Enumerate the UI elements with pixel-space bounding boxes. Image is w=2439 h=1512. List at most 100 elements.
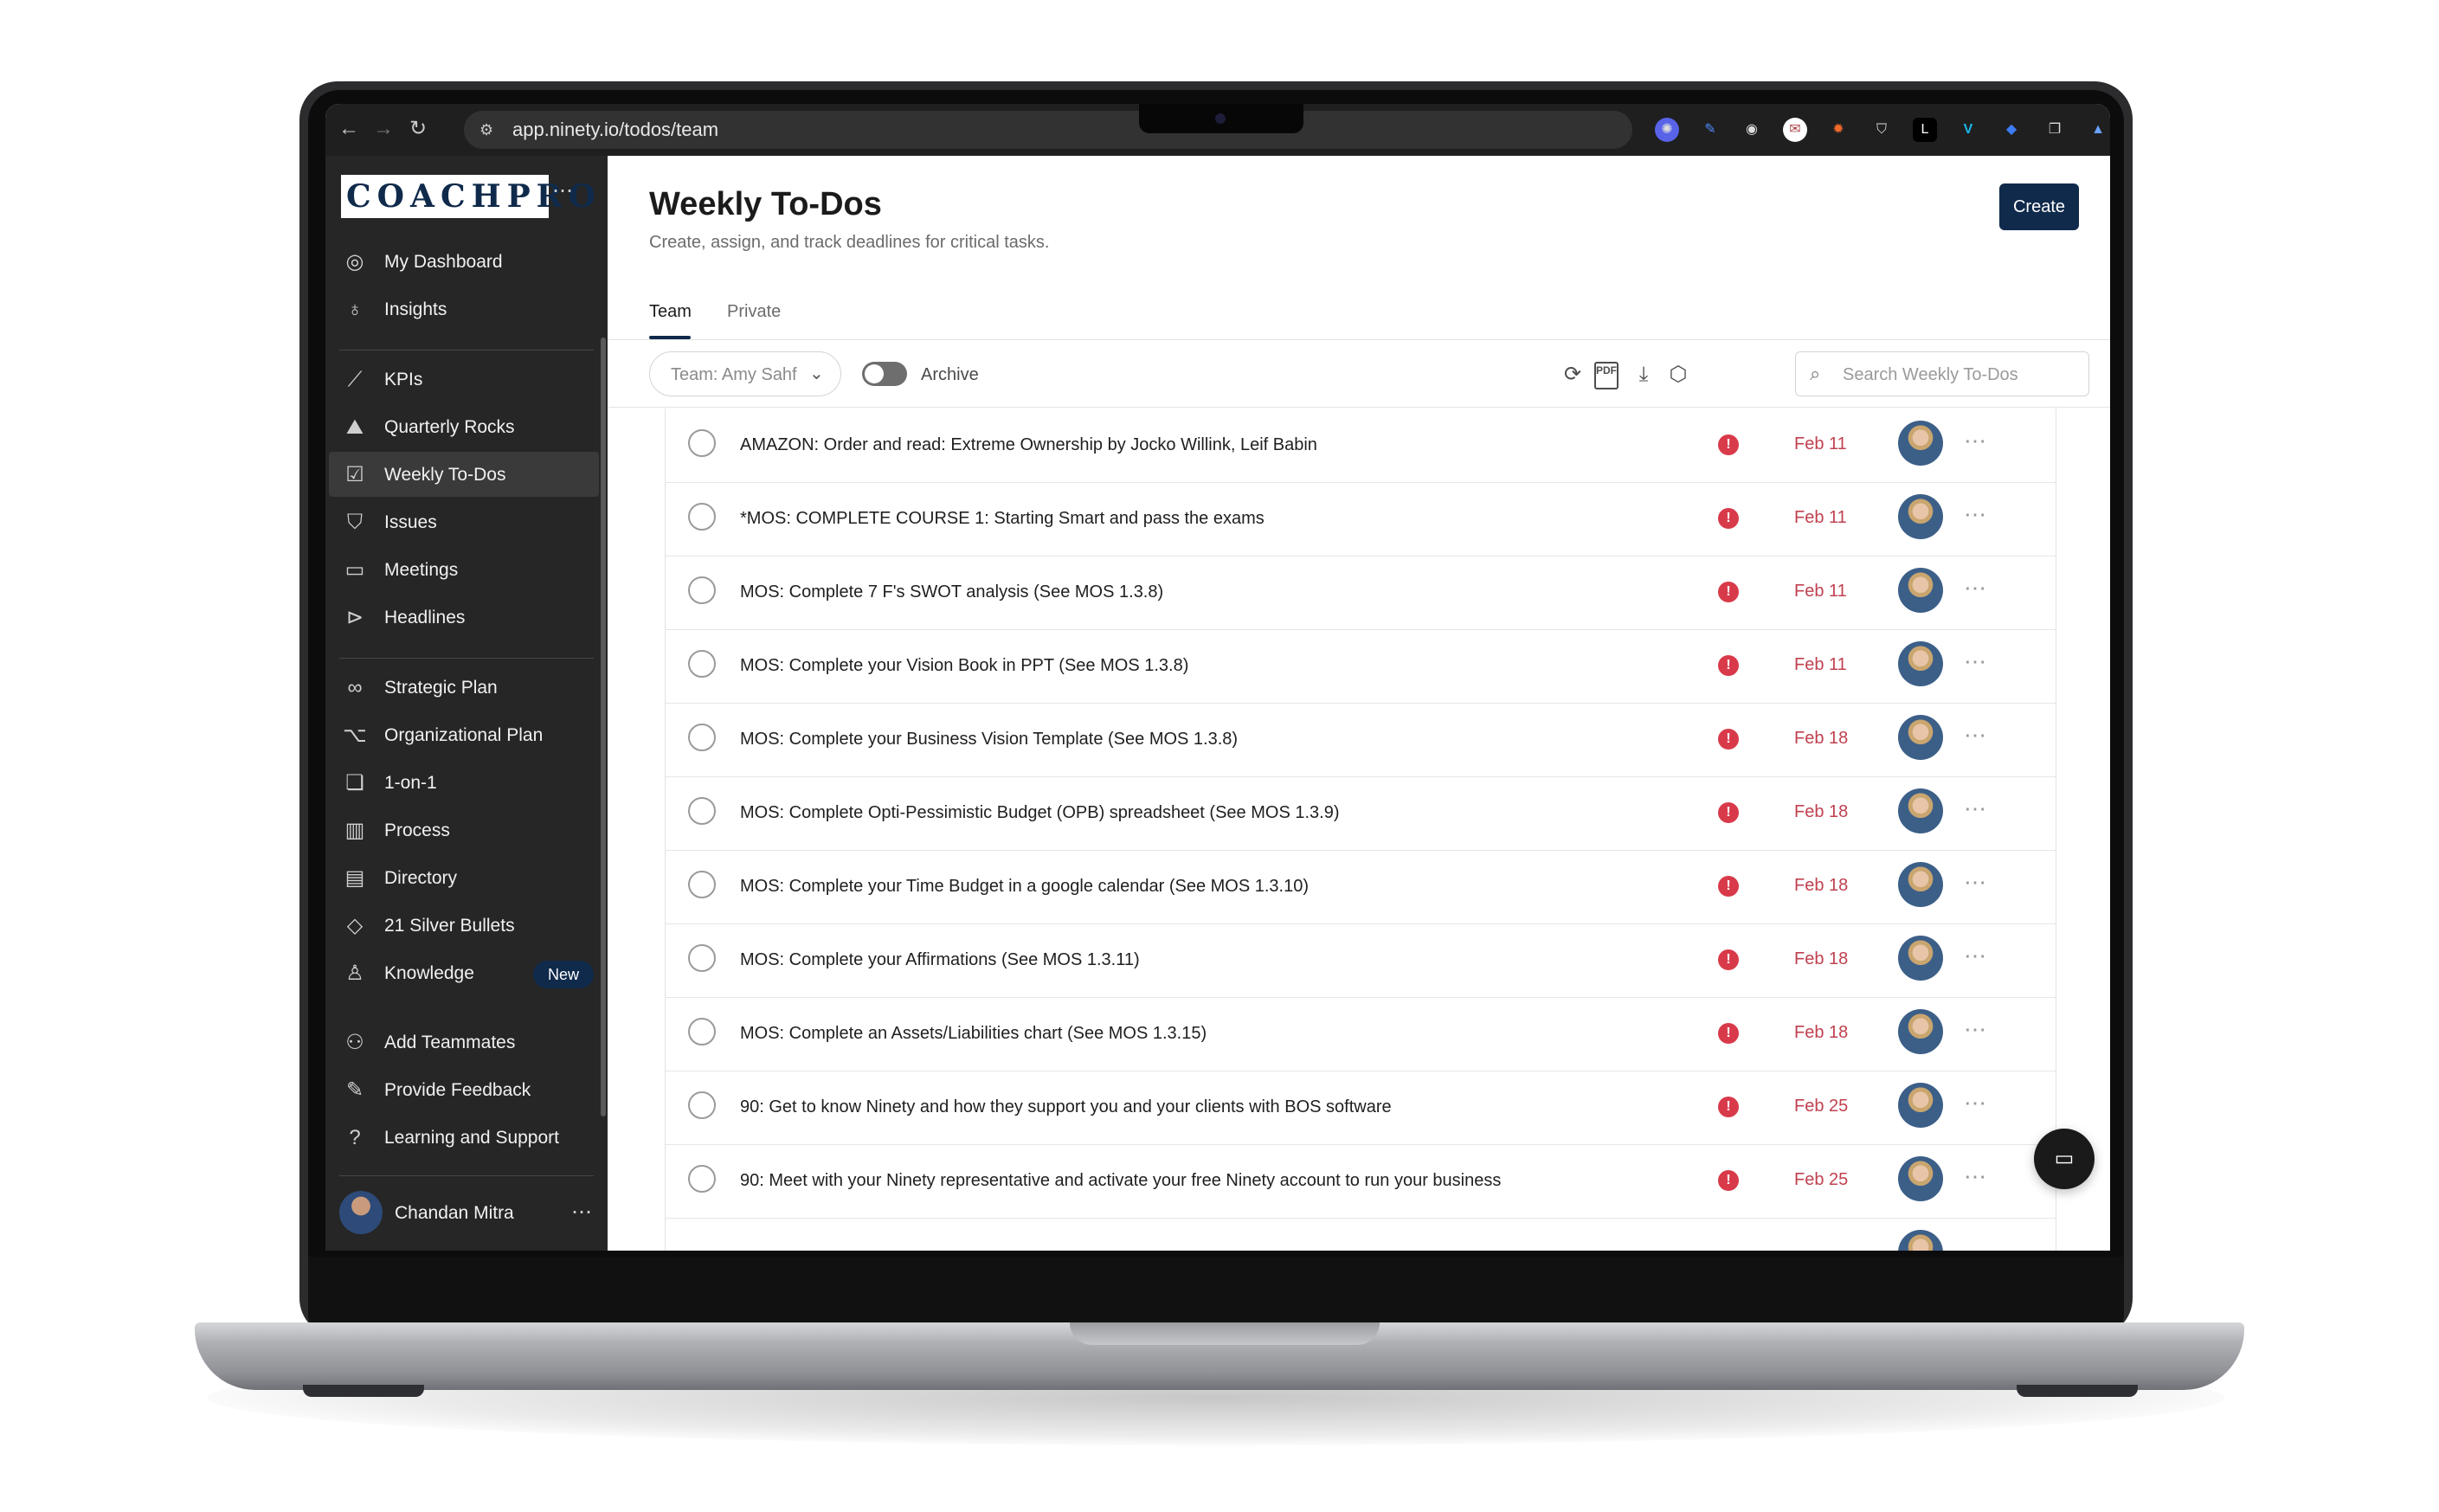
extension-camera-icon[interactable]: ◉: [1740, 118, 1764, 142]
due-date[interactable]: Feb 18: [1794, 949, 1848, 969]
forward-icon[interactable]: →: [370, 116, 396, 142]
todo-title[interactable]: MOS: Complete an Assets/Liabilities char…: [740, 1023, 1207, 1044]
table-row[interactable]: [666, 1218, 2056, 1251]
todo-title[interactable]: MOS: Complete your Business Vision Templ…: [740, 729, 1238, 750]
refresh-icon[interactable]: ⟳: [1558, 360, 1587, 389]
tab-team[interactable]: Team: [649, 301, 692, 322]
sidebar-item-1-on-1[interactable]: ❏ 1-on-1: [329, 760, 599, 805]
due-date[interactable]: Feb 18: [1794, 728, 1848, 749]
assignee-avatar[interactable]: [1898, 1009, 1943, 1054]
assignee-avatar[interactable]: [1898, 1083, 1943, 1128]
archive-toggle[interactable]: [862, 362, 907, 386]
sidebar-item-insights[interactable]: ♁ Insights: [329, 286, 599, 331]
todo-title[interactable]: MOS: Complete your Affirmations (See MOS…: [740, 949, 1140, 970]
table-row[interactable]: MOS: Complete your Business Vision Templ…: [666, 703, 2056, 777]
logo-more-icon[interactable]: ⋯: [552, 178, 573, 204]
todo-title[interactable]: MOS: Complete your Time Budget in a goog…: [740, 876, 1309, 897]
due-date[interactable]: Feb 25: [1794, 1096, 1848, 1116]
more-options-icon[interactable]: ⋯: [1964, 428, 1986, 454]
extension-arrow-icon[interactable]: ▲: [2086, 118, 2110, 142]
assignee-avatar[interactable]: [1898, 1156, 1943, 1201]
sidebar-item-issues[interactable]: ⛉ Issues: [329, 499, 599, 544]
more-options-icon[interactable]: ⋯: [1964, 575, 1986, 601]
more-options-icon[interactable]: ⋯: [1964, 869, 1986, 895]
table-row[interactable]: *MOS: COMPLETE COURSE 1: Starting Smart …: [666, 482, 2056, 557]
assignee-avatar[interactable]: [1898, 715, 1943, 760]
due-date[interactable]: Feb 25: [1794, 1169, 1848, 1190]
extension-pen-icon[interactable]: ✎: [1698, 118, 1722, 142]
team-filter-select[interactable]: Team: Amy Sahf ⌄: [649, 351, 841, 396]
todo-title[interactable]: MOS: Complete Opti-Pessimistic Budget (O…: [740, 802, 1339, 823]
create-button[interactable]: Create: [1999, 183, 2079, 230]
download-icon[interactable]: ⤓: [1629, 360, 1658, 389]
more-options-icon[interactable]: ⋯: [1964, 1090, 1986, 1116]
assignee-avatar[interactable]: [1898, 494, 1943, 539]
more-options-icon[interactable]: ⋯: [1964, 943, 1986, 968]
more-options-icon[interactable]: ⋯: [1964, 501, 1986, 527]
assignee-avatar[interactable]: [1898, 568, 1943, 613]
sidebar-item-learning-and-support[interactable]: ? Learning and Support: [329, 1115, 599, 1160]
todo-title[interactable]: AMAZON: Order and read: Extreme Ownershi…: [740, 434, 1317, 455]
sidebar-item-weekly-todos[interactable]: ☑ Weekly To-Dos: [329, 452, 599, 497]
complete-checkbox[interactable]: [688, 503, 716, 531]
sidebar-item-add-teammates[interactable]: ⚇ Add Teammates: [329, 1020, 599, 1065]
sidebar-item-quarterly-rocks[interactable]: ⛰ Quarterly Rocks: [329, 404, 599, 449]
chat-launcher-button[interactable]: ▭: [2034, 1129, 2095, 1189]
assignee-avatar[interactable]: [1898, 936, 1943, 981]
sidebar-scrollbar[interactable]: [601, 338, 606, 1116]
assignee-avatar[interactable]: [1898, 641, 1943, 686]
more-options-icon[interactable]: ⋯: [1964, 1016, 1986, 1042]
sidebar-item-provide-feedback[interactable]: ✎ Provide Feedback: [329, 1067, 599, 1112]
sidebar-item-headlines[interactable]: ⊳ Headlines: [329, 595, 599, 640]
sidebar-item-my-dashboard[interactable]: ◎ My Dashboard: [329, 239, 599, 284]
more-options-icon[interactable]: ⋯: [1964, 722, 1986, 748]
sidebar-item-meetings[interactable]: ▭ Meetings: [329, 547, 599, 592]
package-icon[interactable]: ⬡: [1664, 360, 1693, 389]
assignee-avatar[interactable]: [1898, 1230, 1943, 1251]
table-row[interactable]: AMAZON: Order and read: Extreme Ownershi…: [666, 409, 2056, 483]
search-box[interactable]: ⌕: [1795, 351, 2089, 396]
extension-shield-icon[interactable]: ⛉: [1869, 118, 1894, 142]
table-row[interactable]: MOS: Complete Opti-Pessimistic Budget (O…: [666, 776, 2056, 851]
todo-title[interactable]: MOS: Complete your Vision Book in PPT (S…: [740, 655, 1188, 676]
user-profile[interactable]: Chandan Mitra ⋯: [329, 1177, 599, 1248]
extension-mail-icon[interactable]: ✉: [1783, 118, 1807, 142]
extension-flame-icon[interactable]: ✹: [1826, 118, 1850, 142]
extension-tag-icon[interactable]: ◆: [1999, 118, 2024, 142]
complete-checkbox[interactable]: [688, 1091, 716, 1119]
assignee-avatar[interactable]: [1898, 788, 1943, 833]
due-date[interactable]: Feb 11: [1794, 654, 1847, 675]
complete-checkbox[interactable]: [688, 429, 716, 457]
tab-private[interactable]: Private: [727, 301, 781, 322]
table-row[interactable]: MOS: Complete an Assets/Liabilities char…: [666, 997, 2056, 1071]
reload-icon[interactable]: ↻: [405, 116, 431, 142]
more-options-icon[interactable]: ⋯: [1964, 648, 1986, 674]
sidebar-item-kpis[interactable]: ⟋ KPIs: [329, 357, 599, 402]
extension-copy-icon[interactable]: ❐: [2043, 118, 2067, 142]
back-icon[interactable]: ←: [336, 116, 362, 142]
todo-title[interactable]: MOS: Complete 7 F's SWOT analysis (See M…: [740, 582, 1163, 602]
complete-checkbox[interactable]: [688, 797, 716, 825]
assignee-avatar[interactable]: [1898, 421, 1943, 466]
table-row[interactable]: 90: Get to know Ninety and how they supp…: [666, 1071, 2056, 1145]
more-options-icon[interactable]: ⋯: [1964, 1163, 1986, 1189]
sidebar-item-directory[interactable]: ▤ Directory: [329, 855, 599, 900]
table-row[interactable]: MOS: Complete your Vision Book in PPT (S…: [666, 629, 2056, 704]
todo-title[interactable]: 90: Meet with your Ninety representative…: [740, 1170, 1501, 1191]
due-date[interactable]: Feb 18: [1794, 875, 1848, 896]
complete-checkbox[interactable]: [688, 724, 716, 751]
coachpro-logo[interactable]: COACHPRO: [341, 175, 595, 218]
pdf-export-icon[interactable]: PDF: [1594, 362, 1618, 389]
table-row[interactable]: MOS: Complete your Time Budget in a goog…: [666, 850, 2056, 924]
due-date[interactable]: Feb 11: [1794, 507, 1847, 528]
site-settings-icon[interactable]: ⚙: [479, 119, 500, 140]
sidebar-item-knowledge[interactable]: ♙ Knowledge New: [329, 950, 599, 995]
complete-checkbox[interactable]: [688, 1165, 716, 1193]
user-more-icon[interactable]: ⋯: [571, 1200, 592, 1226]
complete-checkbox[interactable]: [688, 871, 716, 898]
address-bar[interactable]: ⚙ app.ninety.io/todos/team: [464, 111, 1632, 149]
sidebar-item-21-silver-bullets[interactable]: ◇ 21 Silver Bullets: [329, 903, 599, 948]
extension-letter-icon[interactable]: L: [1913, 118, 1937, 142]
todo-title[interactable]: 90: Get to know Ninety and how they supp…: [740, 1097, 1392, 1117]
due-date[interactable]: Feb 18: [1794, 1022, 1848, 1043]
